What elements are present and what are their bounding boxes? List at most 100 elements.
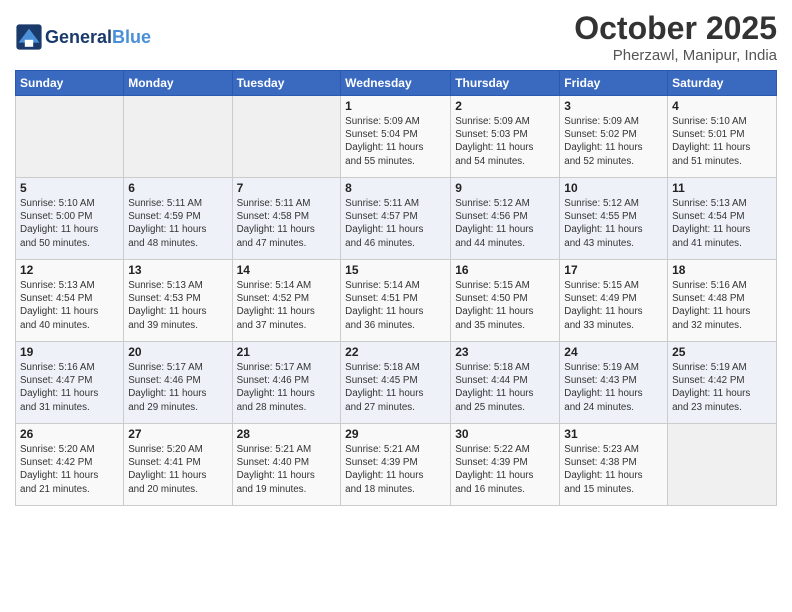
day-info: Sunrise: 5:16 AMSunset: 4:47 PMDaylight:… — [20, 361, 119, 414]
day-number: 14 — [237, 263, 337, 277]
day-info: Sunrise: 5:10 AMSunset: 5:01 PMDaylight:… — [672, 115, 772, 168]
day-number: 1 — [345, 99, 446, 113]
day-number: 25 — [672, 345, 772, 359]
calendar-cell: 6 Sunrise: 5:11 AMSunset: 4:59 PMDaylight… — [124, 178, 232, 260]
location: Pherzawl, Manipur, India — [574, 47, 777, 64]
day-info: Sunrise: 5:11 AMSunset: 4:59 PMDaylight:… — [128, 197, 227, 250]
day-number: 8 — [345, 181, 446, 195]
calendar-cell: 8 Sunrise: 5:11 AMSunset: 4:57 PMDaylight… — [341, 178, 451, 260]
day-info: Sunrise: 5:14 AMSunset: 4:51 PMDaylight:… — [345, 279, 446, 332]
calendar-cell: 10 Sunrise: 5:12 AMSunset: 4:55 PMDayligh… — [560, 178, 668, 260]
day-number: 10 — [564, 181, 663, 195]
calendar-cell: 14 Sunrise: 5:14 AMSunset: 4:52 PMDayligh… — [232, 260, 341, 342]
day-info: Sunrise: 5:12 AMSunset: 4:56 PMDaylight:… — [455, 197, 555, 250]
day-number: 31 — [564, 427, 663, 441]
calendar-cell: 11 Sunrise: 5:13 AMSunset: 4:54 PMDayligh… — [668, 178, 777, 260]
calendar-cell: 28Sunrise: 5:21 AMSunset: 4:40 PMDayligh… — [232, 424, 341, 506]
day-number: 24 — [564, 345, 663, 359]
calendar-cell: 19 Sunrise: 5:16 AMSunset: 4:47 PMDayligh… — [16, 342, 124, 424]
calendar-cell: 20 Sunrise: 5:17 AMSunset: 4:46 PMDayligh… — [124, 342, 232, 424]
day-number: 28 — [237, 427, 337, 441]
calendar-cell: 12 Sunrise: 5:13 AMSunset: 4:54 PMDayligh… — [16, 260, 124, 342]
week-row-1: 1 Sunrise: 5:09 AMSunset: 5:04 PMDaylight… — [16, 96, 777, 178]
day-number: 2 — [455, 99, 555, 113]
header-friday: Friday — [560, 71, 668, 96]
month-title: October 2025 — [574, 10, 777, 47]
day-info: Sunrise: 5:19 AMSunset: 4:42 PMDaylight:… — [672, 361, 772, 414]
day-info: Sunrise: 5:19 AMSunset: 4:43 PMDaylight:… — [564, 361, 663, 414]
day-info: Sunrise: 5:09 AMSunset: 5:04 PMDaylight:… — [345, 115, 446, 168]
calendar-cell: 22 Sunrise: 5:18 AMSunset: 4:45 PMDayligh… — [341, 342, 451, 424]
calendar-cell — [668, 424, 777, 506]
calendar-cell — [16, 96, 124, 178]
page: GeneralBlue October 2025 Pherzawl, Manip… — [0, 0, 792, 612]
calendar-cell: 23Sunrise: 5:18 AMSunset: 4:44 PMDayligh… — [451, 342, 560, 424]
logo-blue: Blue — [112, 27, 151, 47]
day-info: Sunrise: 5:23 AMSunset: 4:38 PMDaylight:… — [564, 443, 663, 496]
day-info: Sunrise: 5:11 AMSunset: 4:57 PMDaylight:… — [345, 197, 446, 250]
logo-icon — [15, 23, 43, 51]
day-info: Sunrise: 5:13 AMSunset: 4:53 PMDaylight:… — [128, 279, 227, 332]
calendar-cell: 17Sunrise: 5:15 AMSunset: 4:49 PMDayligh… — [560, 260, 668, 342]
calendar-cell: 16 Sunrise: 5:15 AMSunset: 4:50 PMDayligh… — [451, 260, 560, 342]
day-number: 18 — [672, 263, 772, 277]
day-number: 21 — [237, 345, 337, 359]
day-number: 26 — [20, 427, 119, 441]
day-number: 23 — [455, 345, 555, 359]
day-number: 4 — [672, 99, 772, 113]
day-info: Sunrise: 5:17 AMSunset: 4:46 PMDaylight:… — [128, 361, 227, 414]
day-number: 27 — [128, 427, 227, 441]
day-number: 20 — [128, 345, 227, 359]
calendar-cell — [124, 96, 232, 178]
header-wednesday: Wednesday — [341, 71, 451, 96]
calendar-cell: 4 Sunrise: 5:10 AMSunset: 5:01 PMDaylight… — [668, 96, 777, 178]
week-row-3: 12 Sunrise: 5:13 AMSunset: 4:54 PMDayligh… — [16, 260, 777, 342]
day-info: Sunrise: 5:21 AMSunset: 4:39 PMDaylight:… — [345, 443, 446, 496]
calendar-cell: 7 Sunrise: 5:11 AMSunset: 4:58 PMDaylight… — [232, 178, 341, 260]
day-number: 30 — [455, 427, 555, 441]
header-tuesday: Tuesday — [232, 71, 341, 96]
calendar-body: 1 Sunrise: 5:09 AMSunset: 5:04 PMDaylight… — [16, 96, 777, 506]
day-number: 12 — [20, 263, 119, 277]
day-number: 7 — [237, 181, 337, 195]
calendar-cell: 24 Sunrise: 5:19 AMSunset: 4:43 PMDayligh… — [560, 342, 668, 424]
day-number: 17 — [564, 263, 663, 277]
day-info: Sunrise: 5:14 AMSunset: 4:52 PMDaylight:… — [237, 279, 337, 332]
day-info: Sunrise: 5:11 AMSunset: 4:58 PMDaylight:… — [237, 197, 337, 250]
calendar: Sunday Monday Tuesday Wednesday Thursday… — [15, 70, 777, 506]
day-number: 15 — [345, 263, 446, 277]
header-saturday: Saturday — [668, 71, 777, 96]
day-number: 16 — [455, 263, 555, 277]
header-thursday: Thursday — [451, 71, 560, 96]
day-info: Sunrise: 5:18 AMSunset: 4:45 PMDaylight:… — [345, 361, 446, 414]
calendar-cell: 13Sunrise: 5:13 AMSunset: 4:53 PMDayligh… — [124, 260, 232, 342]
header-sunday: Sunday — [16, 71, 124, 96]
day-number: 3 — [564, 99, 663, 113]
day-number: 9 — [455, 181, 555, 195]
day-info: Sunrise: 5:09 AMSunset: 5:03 PMDaylight:… — [455, 115, 555, 168]
calendar-cell: 25 Sunrise: 5:19 AMSunset: 4:42 PMDayligh… — [668, 342, 777, 424]
day-info: Sunrise: 5:15 AMSunset: 4:50 PMDaylight:… — [455, 279, 555, 332]
day-number: 19 — [20, 345, 119, 359]
logo-text: GeneralBlue — [45, 27, 151, 48]
calendar-cell: 29Sunrise: 5:21 AMSunset: 4:39 PMDayligh… — [341, 424, 451, 506]
calendar-cell: 27Sunrise: 5:20 AMSunset: 4:41 PMDayligh… — [124, 424, 232, 506]
week-row-5: 26 Sunrise: 5:20 AMSunset: 4:42 PMDayligh… — [16, 424, 777, 506]
calendar-cell: 2 Sunrise: 5:09 AMSunset: 5:03 PMDaylight… — [451, 96, 560, 178]
calendar-cell: 30 Sunrise: 5:22 AMSunset: 4:39 PMDayligh… — [451, 424, 560, 506]
day-number: 22 — [345, 345, 446, 359]
day-number: 11 — [672, 181, 772, 195]
calendar-cell: 3Sunrise: 5:09 AMSunset: 5:02 PMDaylight… — [560, 96, 668, 178]
title-section: October 2025 Pherzawl, Manipur, India — [574, 10, 777, 64]
logo-general: General — [45, 27, 112, 47]
day-info: Sunrise: 5:22 AMSunset: 4:39 PMDaylight:… — [455, 443, 555, 496]
day-info: Sunrise: 5:17 AMSunset: 4:46 PMDaylight:… — [237, 361, 337, 414]
calendar-cell: 9 Sunrise: 5:12 AMSunset: 4:56 PMDaylight… — [451, 178, 560, 260]
calendar-cell: 31 Sunrise: 5:23 AMSunset: 4:38 PMDayligh… — [560, 424, 668, 506]
day-number: 6 — [128, 181, 227, 195]
day-info: Sunrise: 5:20 AMSunset: 4:42 PMDaylight:… — [20, 443, 119, 496]
day-info: Sunrise: 5:12 AMSunset: 4:55 PMDaylight:… — [564, 197, 663, 250]
day-info: Sunrise: 5:13 AMSunset: 4:54 PMDaylight:… — [672, 197, 772, 250]
day-info: Sunrise: 5:16 AMSunset: 4:48 PMDaylight:… — [672, 279, 772, 332]
day-info: Sunrise: 5:13 AMSunset: 4:54 PMDaylight:… — [20, 279, 119, 332]
